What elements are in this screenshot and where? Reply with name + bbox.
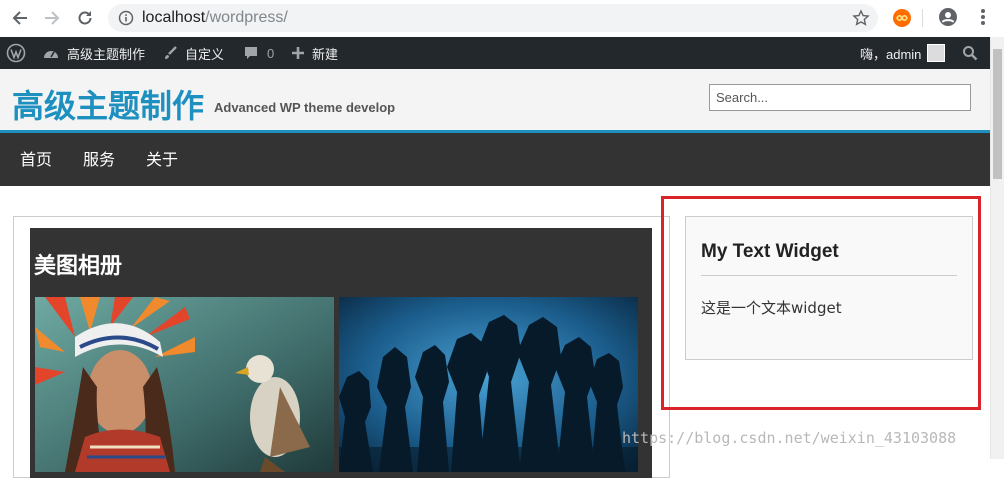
adminbar-search[interactable] xyxy=(962,37,978,69)
wp-logo-menu[interactable] xyxy=(6,37,26,69)
toolbar-separator xyxy=(922,9,923,27)
wp-admin-bar: 高级主题制作 自定义 0 新建 嗨，admin xyxy=(0,37,990,69)
gallery-post: 美图相册 xyxy=(30,228,652,478)
adminbar-new[interactable]: 新建 xyxy=(291,37,338,69)
gallery-photo-2[interactable] xyxy=(339,297,638,472)
site-header: 高级主题制作 Advanced WP theme develop xyxy=(0,69,990,133)
paintbrush-icon xyxy=(165,46,177,59)
adminbar-customize[interactable]: 自定义 xyxy=(162,37,224,69)
customize-label: 自定义 xyxy=(185,46,225,62)
wordpress-logo-icon xyxy=(6,43,26,63)
greeting-label: 嗨，admin xyxy=(860,46,922,62)
bookmark-star-icon[interactable] xyxy=(852,9,870,27)
avatar xyxy=(927,44,946,62)
browser-toolbar: localhost/wordpress/ xyxy=(0,0,1004,38)
nav-item-home[interactable]: 首页 xyxy=(20,133,52,186)
back-arrow-icon xyxy=(12,11,27,25)
nav-item-services[interactable]: 服务 xyxy=(83,133,115,186)
page-scrollbar[interactable] xyxy=(990,37,1004,459)
main-navigation: 首页 服务 关于 xyxy=(0,133,990,186)
site-name-label: 高级主题制作 xyxy=(67,46,146,62)
adminbar-site-name[interactable]: 高级主题制作 xyxy=(42,37,145,69)
scrollbar-thumb[interactable] xyxy=(993,49,1002,179)
reload-button[interactable] xyxy=(73,6,97,30)
more-menu-icon[interactable] xyxy=(980,8,986,26)
back-button[interactable] xyxy=(8,6,32,30)
gallery-title[interactable]: 美图相册 xyxy=(34,248,122,280)
plus-icon xyxy=(292,47,304,59)
extension-icon[interactable] xyxy=(892,8,912,28)
adminbar-my-account[interactable]: 嗨，admin xyxy=(860,37,946,69)
url-path: /wordpress/ xyxy=(205,9,288,26)
adminbar-comments[interactable]: 0 xyxy=(243,37,274,69)
reload-icon xyxy=(78,11,92,25)
gallery-photo-1[interactable] xyxy=(35,297,334,472)
nav-item-about[interactable]: 关于 xyxy=(146,133,178,186)
photo-superhero-silhouettes xyxy=(339,297,638,472)
new-label: 新建 xyxy=(312,46,339,62)
info-icon[interactable] xyxy=(118,10,134,26)
forward-button[interactable] xyxy=(40,6,64,30)
search-icon xyxy=(963,46,978,61)
url-host: localhost xyxy=(142,9,206,26)
search-input[interactable] xyxy=(709,84,971,111)
account-icon[interactable] xyxy=(938,7,958,27)
comments-count: 0 xyxy=(267,45,275,61)
watermark: https://blog.csdn.net/weixin_43103088 xyxy=(622,429,957,447)
dashboard-gauge-icon xyxy=(44,51,58,58)
address-bar[interactable]: localhost/wordpress/ xyxy=(108,4,878,32)
content-area: 美图相册 xyxy=(13,216,670,478)
site-title[interactable]: 高级主题制作 xyxy=(12,81,204,127)
photo-headdress-woman xyxy=(35,297,334,472)
annotation-highlight-box xyxy=(661,196,981,410)
forward-arrow-icon xyxy=(45,11,60,25)
comment-bubble-icon xyxy=(245,47,257,59)
site-description: Advanced WP theme develop xyxy=(214,100,396,115)
url-text: localhost/wordpress/ xyxy=(142,9,288,27)
